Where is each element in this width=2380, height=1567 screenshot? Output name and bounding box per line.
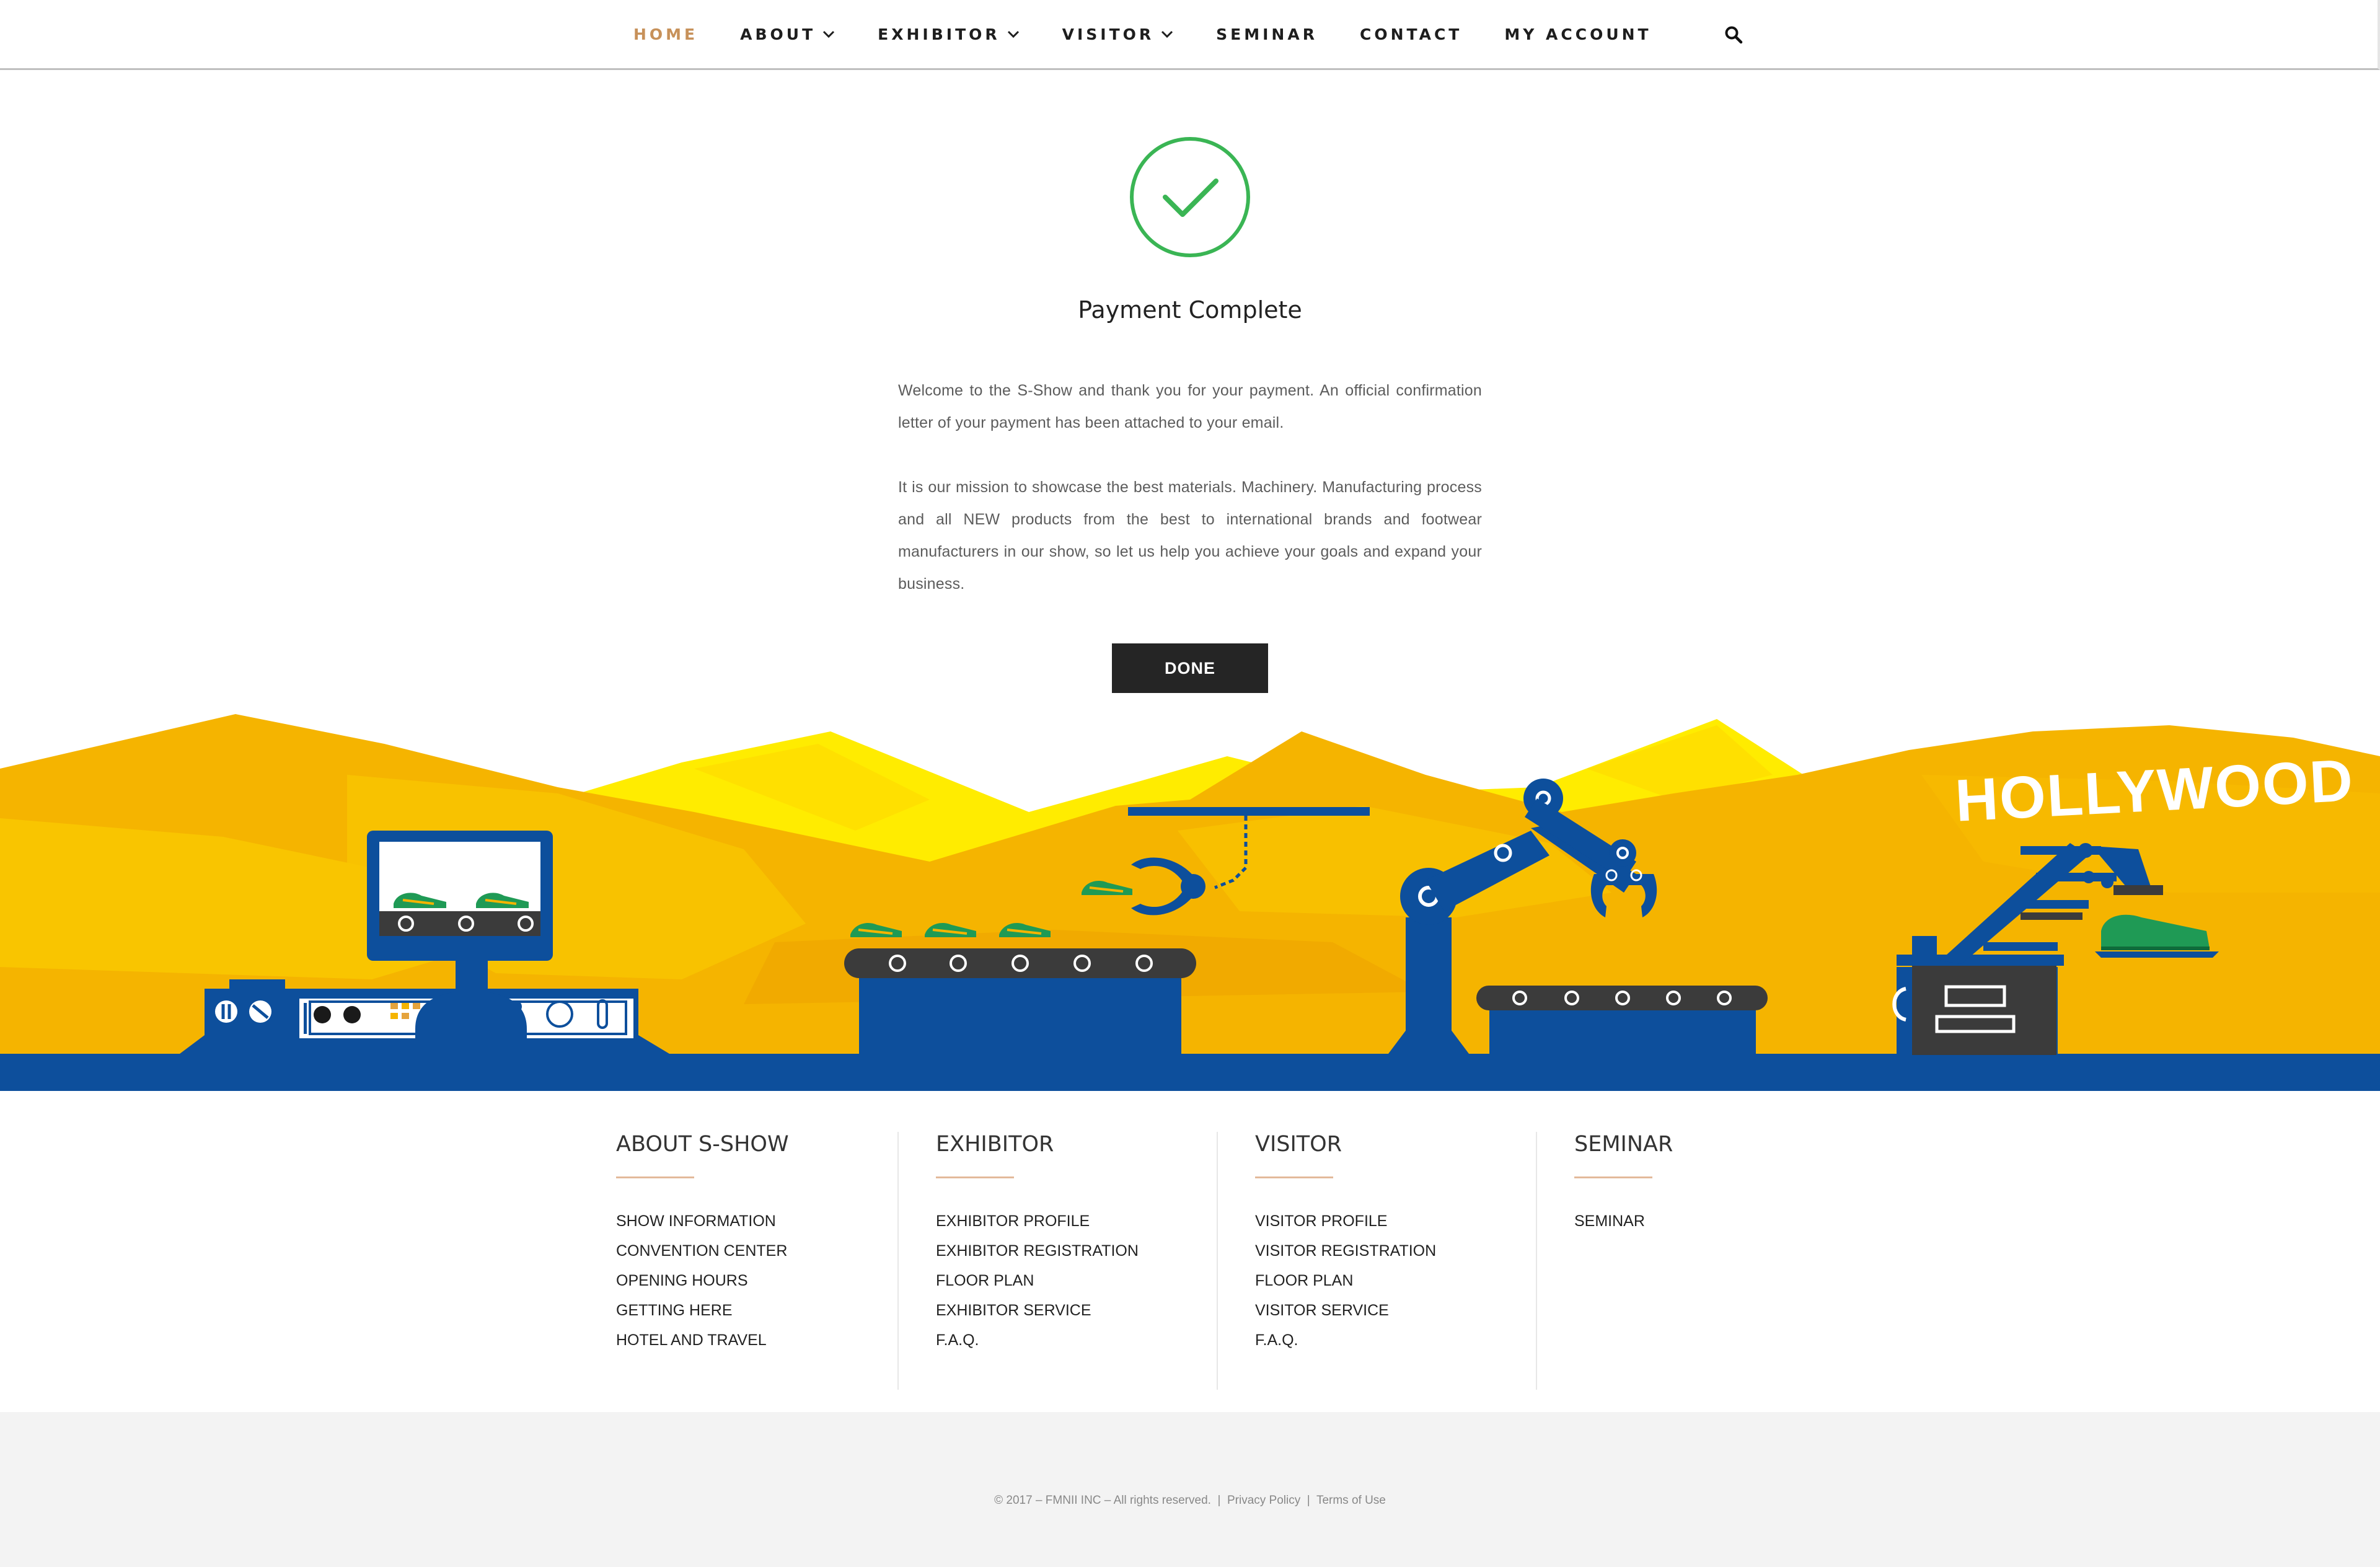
footer-column-about: ABOUT S-SHOW SHOW INFORMATION CONVENTION… <box>616 1132 907 1390</box>
nav-label: HOME <box>633 25 699 43</box>
separator: | <box>1217 1494 1221 1507</box>
nav-item-contact[interactable]: CONTACT <box>1360 25 1462 43</box>
title-underline <box>936 1176 1014 1178</box>
footer-column-title: VISITOR <box>1255 1132 1342 1157</box>
check-circle-icon <box>1130 137 1250 257</box>
nav-item-my-account[interactable]: MY ACCOUNT <box>1504 25 1651 43</box>
chevron-down-icon <box>823 30 835 38</box>
top-navigation: HOME ABOUT EXHIBITOR VISITOR SEMINAR CON… <box>0 0 2380 70</box>
footer-column-title: ABOUT S-SHOW <box>616 1132 789 1157</box>
page-title: Payment Complete <box>1078 296 1302 324</box>
footer-link-exhibitor-profile[interactable]: EXHIBITOR PROFILE <box>936 1206 1139 1236</box>
nav-label: EXHIBITOR <box>878 25 1000 43</box>
title-underline <box>1255 1176 1333 1178</box>
nav-label: VISITOR <box>1062 25 1155 43</box>
footer-link-faq[interactable]: F.A.Q. <box>1255 1325 1436 1355</box>
chevron-down-icon <box>1007 30 1019 38</box>
nav-label: SEMINAR <box>1216 25 1318 43</box>
footer-link-seminar[interactable]: SEMINAR <box>1574 1206 1645 1236</box>
footer-link-show-information[interactable]: SHOW INFORMATION <box>616 1206 787 1236</box>
footer-column-visitor: VISITOR VISITOR PROFILE VISITOR REGISTRA… <box>1217 1132 1509 1390</box>
confirmation-text: Welcome to the S-Show and thank you for … <box>898 382 1482 431</box>
nav-item-seminar[interactable]: SEMINAR <box>1216 25 1318 43</box>
copyright-text: © 2017 – FMNII INC – All rights reserved… <box>994 1494 1211 1507</box>
footer-link-visitor-profile[interactable]: VISITOR PROFILE <box>1255 1206 1436 1236</box>
footer-link-list: SEMINAR <box>1574 1206 1645 1236</box>
privacy-policy-link[interactable]: Privacy Policy <box>1227 1494 1300 1507</box>
footer-link-exhibitor-service[interactable]: EXHIBITOR SERVICE <box>936 1296 1139 1325</box>
title-underline <box>616 1176 694 1178</box>
nav-item-home[interactable]: HOME <box>633 25 698 43</box>
footer-bottom-bar <box>0 1412 2380 1567</box>
footer-link-exhibitor-registration[interactable]: EXHIBITOR REGISTRATION <box>936 1236 1139 1266</box>
copyright-line: © 2017 – FMNII INC – All rights reserved… <box>0 1494 2380 1507</box>
footer-link-list: VISITOR PROFILE VISITOR REGISTRATION FLO… <box>1255 1206 1436 1355</box>
footer-link-faq[interactable]: F.A.Q. <box>936 1325 1139 1355</box>
footer-link-hotel-and-travel[interactable]: HOTEL AND TRAVEL <box>616 1325 787 1355</box>
footer-column-title: SEMINAR <box>1574 1132 1673 1157</box>
nav-label: ABOUT <box>740 25 816 43</box>
nav-menu: HOME ABOUT EXHIBITOR VISITOR SEMINAR CON… <box>633 0 1694 68</box>
search-icon[interactable] <box>1724 25 1743 44</box>
chevron-down-icon <box>1161 30 1173 38</box>
footer-column-seminar: SEMINAR SEMINAR <box>1536 1132 1828 1390</box>
footer-link-floor-plan[interactable]: FLOOR PLAN <box>1255 1266 1436 1296</box>
separator: | <box>1307 1494 1310 1507</box>
footer-column-title: EXHIBITOR <box>936 1132 1054 1157</box>
mission-text: It is our mission to showcase the best m… <box>898 479 1482 593</box>
footer-link-opening-hours[interactable]: OPENING HOURS <box>616 1266 787 1296</box>
title-underline <box>1574 1176 1652 1178</box>
footer-link-list: EXHIBITOR PROFILE EXHIBITOR REGISTRATION… <box>936 1206 1139 1355</box>
nav-item-about[interactable]: ABOUT <box>740 25 835 43</box>
done-button[interactable]: DONE <box>1112 643 1268 693</box>
footer-link-visitor-service[interactable]: VISITOR SERVICE <box>1255 1296 1436 1325</box>
footer-link-floor-plan[interactable]: FLOOR PLAN <box>936 1266 1139 1296</box>
footer-link-visitor-registration[interactable]: VISITOR REGISTRATION <box>1255 1236 1436 1266</box>
terms-of-use-link[interactable]: Terms of Use <box>1316 1494 1386 1507</box>
footer-link-getting-here[interactable]: GETTING HERE <box>616 1296 787 1325</box>
footer-link-convention-center[interactable]: CONVENTION CENTER <box>616 1236 787 1266</box>
footer-link-list: SHOW INFORMATION CONVENTION CENTER OPENI… <box>616 1206 787 1355</box>
nav-label: MY ACCOUNT <box>1504 25 1652 43</box>
nav-item-exhibitor[interactable]: EXHIBITOR <box>878 25 1020 43</box>
nav-label: CONTACT <box>1359 25 1463 43</box>
factory-illustration: HOLLYWOOD <box>0 714 2380 1091</box>
nav-item-visitor[interactable]: VISITOR <box>1062 25 1175 43</box>
footer-column-exhibitor: EXHIBITOR EXHIBITOR PROFILE EXHIBITOR RE… <box>897 1132 1190 1390</box>
